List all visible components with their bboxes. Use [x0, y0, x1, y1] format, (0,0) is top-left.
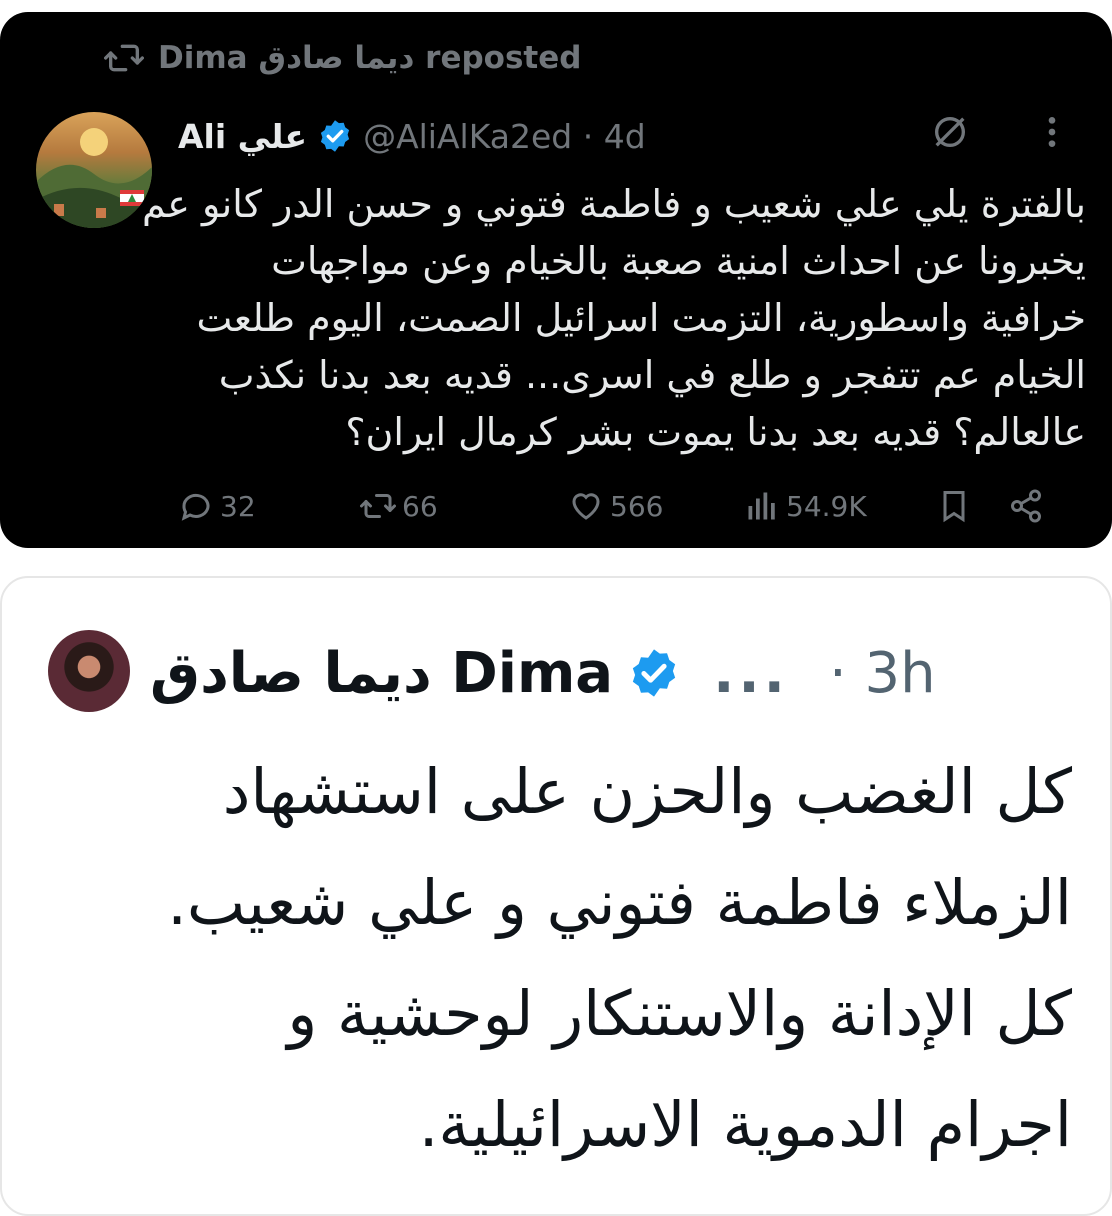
- avatar-dima[interactable]: [48, 630, 130, 712]
- repost-icon: [104, 44, 144, 72]
- repost-label: Dima ديما صادق reposted: [158, 40, 582, 76]
- reposted-tweet-text: بالفترة يلي علي شعيب و فاطمة فتوني و حسن…: [141, 182, 1086, 454]
- grok-icon[interactable]: [930, 112, 970, 152]
- bookmark-button[interactable]: [936, 488, 1008, 524]
- more-icon[interactable]: [1032, 112, 1072, 152]
- like-count: 566: [610, 489, 664, 523]
- repost-button[interactable]: 66: [360, 488, 568, 524]
- share-button[interactable]: [1008, 488, 1044, 524]
- tweet-timestamp[interactable]: · 3h: [829, 641, 936, 706]
- tweet-actions: 32 66 566 54.9K: [178, 482, 1078, 530]
- repost-count: 66: [402, 489, 438, 523]
- repost-indicator: Dima ديما صادق reposted: [104, 36, 581, 80]
- bookmark-icon: [943, 491, 965, 523]
- author-handle[interactable]: @AliAlKa2ed · 4d: [363, 117, 646, 156]
- main-tweet-text: كل الغضب والحزن على استشهاد الزملاء فاطم…: [167, 755, 1072, 1161]
- views-button[interactable]: 54.9K: [744, 488, 936, 524]
- verified-badge-icon: [632, 649, 676, 697]
- ali-header-icons: [930, 112, 1072, 152]
- reply-button[interactable]: 32: [178, 488, 338, 524]
- repost-icon: [360, 494, 396, 518]
- author-name[interactable]: ديما صادق Dima: [150, 641, 613, 706]
- views-icon: [748, 492, 775, 520]
- share-icon: [1011, 489, 1041, 523]
- like-button[interactable]: 566: [568, 488, 744, 524]
- view-count: 54.9K: [786, 489, 867, 523]
- reply-icon: [181, 493, 210, 521]
- like-icon: [572, 493, 600, 520]
- reply-count: 32: [220, 489, 256, 523]
- author-name[interactable]: Ali علي: [178, 117, 307, 156]
- verified-badge-icon: [320, 120, 350, 152]
- more-menu-button[interactable]: ...: [713, 641, 789, 706]
- dima-header: ديما صادق Dima ... · 3h: [150, 632, 1080, 714]
